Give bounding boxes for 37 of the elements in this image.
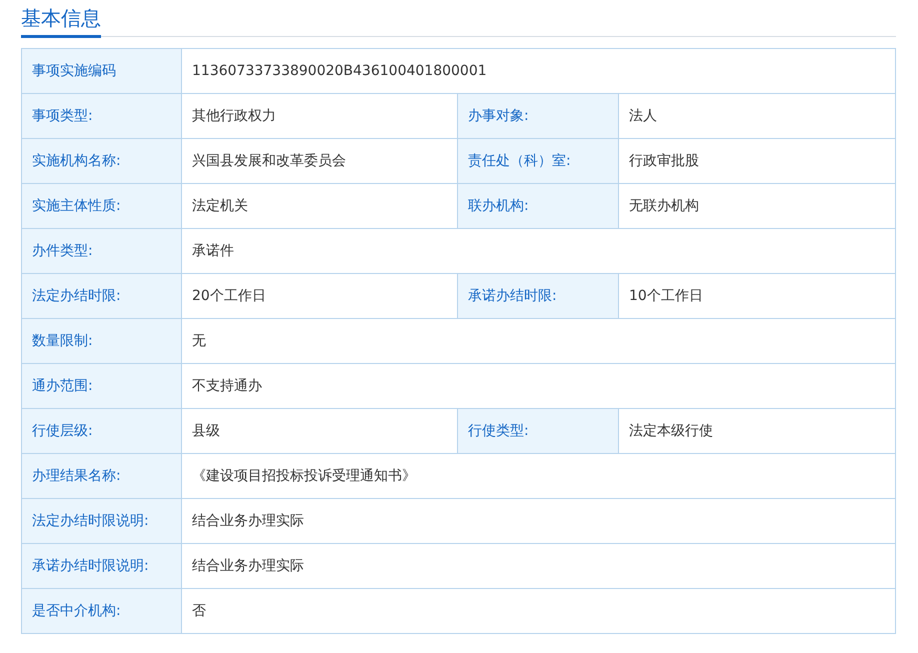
field-value: 行政审批股 xyxy=(618,138,896,184)
field-value: 无 xyxy=(182,318,896,364)
field-value: 其他行政权力 xyxy=(182,94,458,138)
field-label: 责任处（科）室: xyxy=(458,138,618,184)
field-label: 实施主体性质: xyxy=(22,184,182,228)
field-label: 办件类型: xyxy=(22,228,182,274)
field-value: 10个工作日 xyxy=(618,274,896,318)
field-value: 不支持通办 xyxy=(182,364,896,408)
field-label: 事项类型: xyxy=(22,94,182,138)
field-label: 事项实施编码 xyxy=(22,48,182,94)
field-value: 无联办机构 xyxy=(618,184,896,228)
field-value: 法定本级行使 xyxy=(618,408,896,454)
field-value: 承诺件 xyxy=(182,228,896,274)
field-label: 行使类型: xyxy=(458,408,618,454)
field-label: 通办范围: xyxy=(22,364,182,408)
field-value: 县级 xyxy=(182,408,458,454)
field-value: 否 xyxy=(182,588,896,634)
field-value: 法人 xyxy=(618,94,896,138)
field-label: 联办机构: xyxy=(458,184,618,228)
field-value: 结合业务办理实际 xyxy=(182,498,896,544)
field-label: 数量限制: xyxy=(22,318,182,364)
field-label: 办事对象: xyxy=(458,94,618,138)
section-title: 基本信息 xyxy=(21,4,101,38)
field-label: 办理结果名称: xyxy=(22,454,182,498)
field-value: 《建设项目招投标投诉受理通知书》 xyxy=(182,454,896,498)
field-label: 是否中介机构: xyxy=(22,588,182,634)
field-label: 法定办结时限: xyxy=(22,274,182,318)
field-value: 结合业务办理实际 xyxy=(182,544,896,588)
field-value: 兴国县发展和改革委员会 xyxy=(182,138,458,184)
field-value: 法定机关 xyxy=(182,184,458,228)
field-label: 实施机构名称: xyxy=(22,138,182,184)
field-label: 法定办结时限说明: xyxy=(22,498,182,544)
field-value: 20个工作日 xyxy=(182,274,458,318)
field-label: 承诺办结时限说明: xyxy=(22,544,182,588)
field-value: 11360733733890020B436100401800001 xyxy=(182,48,896,94)
field-label: 行使层级: xyxy=(22,408,182,454)
field-label: 承诺办结时限: xyxy=(458,274,618,318)
